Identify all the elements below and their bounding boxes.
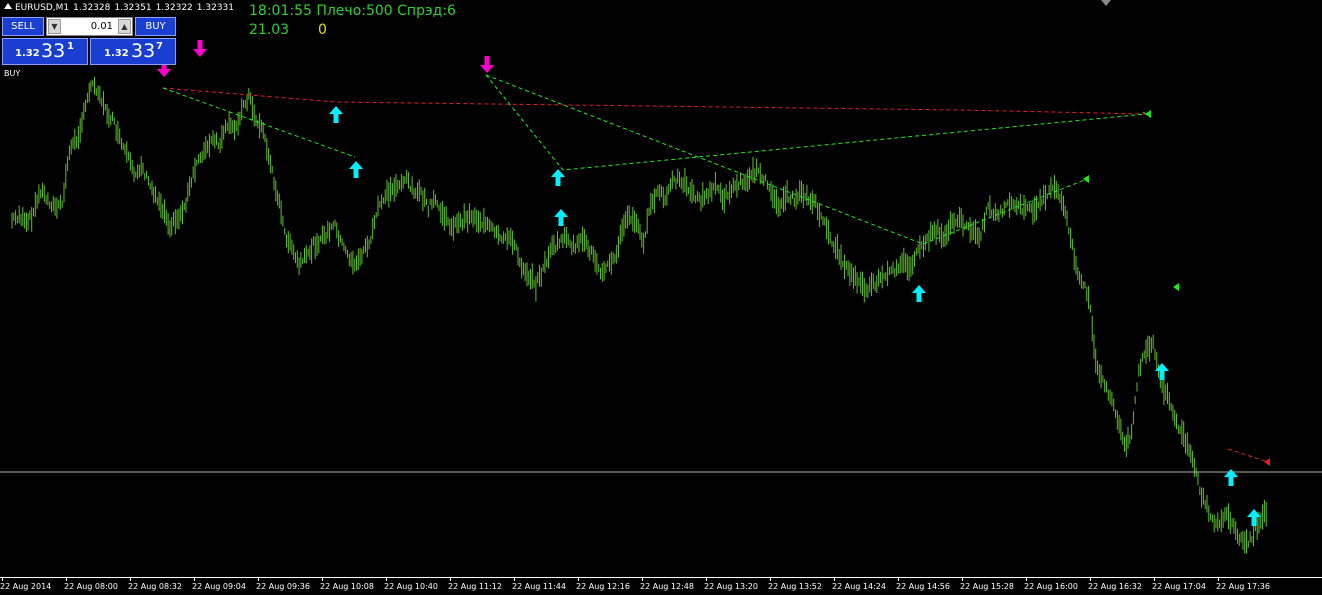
time-tick-mark [2,578,3,581]
low-value: 1.32322 [155,3,193,13]
time-tick-mark [578,578,579,581]
time-tick-mark [642,578,643,581]
buy-quote-prefix: 1.32 [104,48,129,59]
price-chart[interactable] [0,0,1322,595]
time-tick-label: 22 Aug 13:52 [768,582,822,591]
time-tick-label: 22 Aug 12:48 [640,582,694,591]
time-tick-mark [130,578,131,581]
zigzag-endpoint-marker [1145,110,1151,118]
time-tick-mark [66,578,67,581]
time-tick-mark [898,578,899,581]
sell-quote-prefix: 1.32 [15,48,40,59]
buy-signal-up-arrow-icon [551,169,565,186]
buy-signal-up-arrow-icon [554,209,568,226]
time-tick-label: 22 Aug 10:08 [320,582,374,591]
zigzag-endpoint-marker [1083,175,1089,183]
time-tick-label: 22 Aug 08:32 [128,582,182,591]
zigzag-endpoint-marker [1264,458,1270,466]
scroll-shift-marker-icon[interactable] [1101,0,1111,6]
time-tick-label: 22 Aug 2014 [0,582,52,591]
zigzag-endpoint-marker [1173,283,1179,291]
time-tick-label: 22 Aug 14:56 [896,582,950,591]
time-tick-label: 22 Aug 16:00 [1024,582,1078,591]
buy-quote-pips: 33 [131,40,156,62]
time-tick-label: 22 Aug 14:24 [832,582,886,591]
time-tick-label: 22 Aug 17:04 [1152,582,1206,591]
symbol-label: EURUSD,M1 [15,3,70,13]
lot-increase-icon[interactable]: ▲ [118,19,131,34]
sell-quote-fraction: 1 [67,41,74,52]
time-tick-mark [1154,578,1155,581]
buy-signal-up-arrow-icon [912,285,926,302]
sell-signal-down-arrow-icon [193,40,207,57]
time-tick-mark [194,578,195,581]
zigzag-segment [162,87,356,158]
time-tick-mark [258,578,259,581]
time-tick-mark [706,578,707,581]
time-tick-label: 22 Aug 08:00 [64,582,118,591]
time-tick-mark [514,578,515,581]
sell-quote-pips: 33 [41,40,66,62]
buy-signal-up-arrow-icon [349,161,363,178]
time-tick-label: 22 Aug 17:36 [1216,582,1270,591]
close-value: 1.32331 [196,3,234,13]
zigzag-segment [485,74,1147,171]
chart-menu-triangle-icon[interactable] [4,3,12,9]
zigzag-segment [1227,448,1269,463]
buy-quote-button[interactable]: 1.32 33 7 [90,38,176,65]
lot-decrease-icon[interactable]: ▼ [48,19,61,34]
price-bars [11,76,1267,554]
info-count: 0 [318,22,327,38]
time-tick-label: 22 Aug 11:12 [448,582,502,591]
time-tick-mark [1218,578,1219,581]
lot-size-input[interactable] [63,19,113,34]
sell-button[interactable]: SELL [2,17,44,36]
time-tick-mark [770,578,771,581]
buy-button[interactable]: BUY [135,17,176,36]
time-tick-label: 22 Aug 09:36 [256,582,310,591]
zigzag-indicator [162,74,1269,463]
open-value: 1.32328 [73,3,111,13]
one-click-trading-panel: SELL ▼ ▲ BUY 1.32 33 1 1.32 33 7 [2,17,176,65]
time-tick-mark [1090,578,1091,581]
time-tick-label: 22 Aug 15:28 [960,582,1014,591]
time-tick-label: 22 Aug 12:16 [576,582,630,591]
chart-header: EURUSD,M1 1.32328 1.32351 1.32322 1.32331 [4,3,238,13]
info-time-leverage-spread: 18:01:55 Плечо:500 Спрэд:6 [249,3,456,19]
time-tick-label: 22 Aug 16:32 [1088,582,1142,591]
time-tick-mark [1026,578,1027,581]
lot-size-stepper: ▼ ▲ [46,17,133,36]
time-axis: 22 Aug 2014 22 Aug 08:00 22 Aug 08:32 22 Au… [0,577,1322,595]
sell-quote-button[interactable]: 1.32 33 1 [2,38,88,65]
time-tick-label: 22 Aug 10:40 [384,582,438,591]
time-tick-label: 22 Aug 11:44 [512,582,566,591]
zigzag-segment [162,87,1147,115]
time-tick-mark [962,578,963,581]
time-tick-mark [450,578,451,581]
time-tick-label: 22 Aug 13:20 [704,582,758,591]
time-tick-mark [834,578,835,581]
time-tick-label: 22 Aug 09:04 [192,582,246,591]
sell-signal-down-arrow-icon [480,56,494,73]
high-value: 1.32351 [114,3,152,13]
time-tick-mark [386,578,387,581]
buy-signal-up-arrow-icon [329,106,343,123]
info-value: 21.03 [249,22,290,38]
time-tick-mark [322,578,323,581]
trade-label: BUY [4,69,21,78]
buy-quote-fraction: 7 [156,41,163,52]
